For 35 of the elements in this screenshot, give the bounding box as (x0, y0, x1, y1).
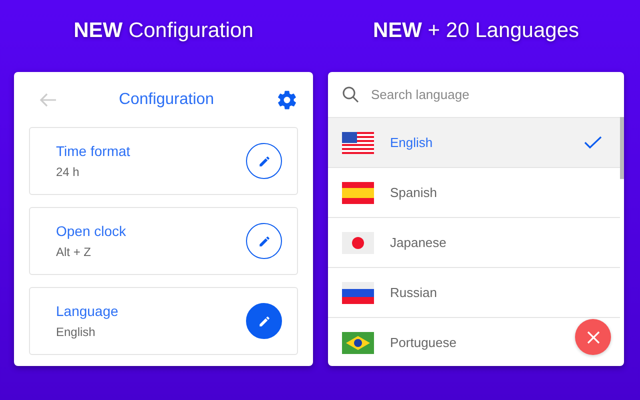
language-name: Portuguese (390, 335, 456, 350)
language-name: Japanese (390, 235, 446, 250)
edit-button[interactable] (246, 223, 282, 259)
language-item[interactable]: Spanish (328, 168, 620, 218)
promo-heading: NEW + 20 Languages (372, 19, 580, 44)
flag-icon (342, 332, 374, 354)
flag-icon (342, 182, 374, 204)
setting-value: 24 h (56, 165, 80, 179)
checkmark-icon (584, 136, 602, 149)
edit-button[interactable] (246, 143, 282, 179)
search-icon (342, 86, 359, 103)
language-item[interactable]: Russian (328, 268, 620, 318)
pencil-icon (258, 234, 270, 248)
flag-icon (342, 282, 374, 304)
pencil-icon (258, 154, 270, 168)
settings-icon[interactable] (276, 88, 298, 110)
close-icon (586, 330, 600, 344)
setting-label: Language (56, 303, 118, 319)
setting-label: Time format (56, 143, 130, 159)
setting-label: Open clock (56, 223, 126, 239)
language-name: Spanish (390, 185, 437, 200)
language-item[interactable]: English (328, 118, 620, 168)
flag-icon (342, 132, 374, 154)
language-name: Russian (390, 285, 437, 300)
panel-title: Configuration (118, 90, 214, 108)
setting-value: English (56, 325, 96, 339)
promo-heading: NEW Configuration (74, 19, 254, 44)
setting-value: Alt + Z (56, 245, 92, 259)
edit-button[interactable] (246, 303, 282, 339)
language-item[interactable]: Japanese (328, 218, 620, 268)
flag-icon (342, 232, 374, 254)
scrollbar[interactable] (620, 117, 624, 179)
language-name: English (390, 135, 433, 150)
pencil-icon (258, 314, 270, 328)
close-button[interactable] (575, 319, 611, 355)
